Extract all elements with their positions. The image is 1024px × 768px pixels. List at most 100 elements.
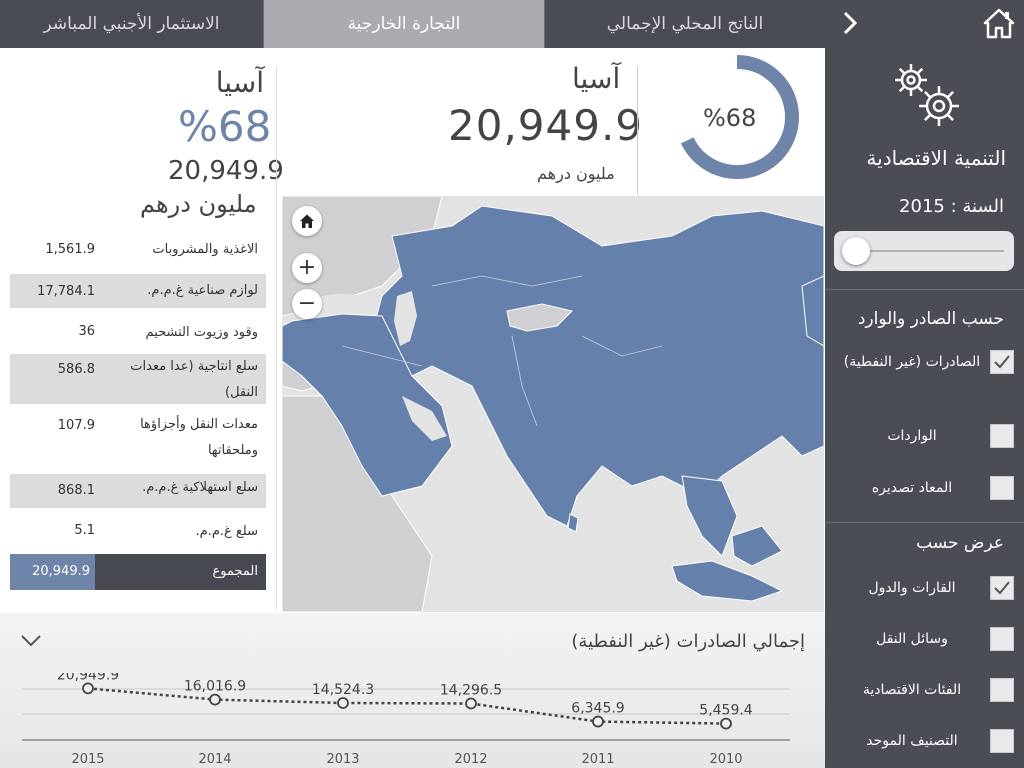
tab-foreign-trade[interactable]: التجارة الخارجية	[264, 0, 545, 48]
checkmark-icon	[994, 581, 1010, 595]
table-row: الاغذية والمشروبات 1,561.9	[10, 232, 266, 268]
option-label: القارات والدول	[868, 579, 956, 596]
home-icon	[300, 214, 314, 228]
data-label: 5,459.4	[699, 703, 753, 719]
data-label: 14,524.3	[312, 682, 374, 698]
divider	[637, 66, 638, 194]
category-label: سلع استهلاكية غ.م.م.	[142, 480, 258, 495]
map-region-value: 20,949.9	[448, 101, 644, 150]
category-value: 868.1	[57, 483, 95, 498]
region-unit: مليون درهم	[140, 190, 257, 218]
table-row: سلع غ.م.م. 5.1	[10, 516, 266, 548]
table-row: سلع استهلاكية غ.م.م. 868.1	[10, 474, 266, 508]
category-label: وقود وزيوت التشحيم	[145, 325, 258, 340]
x-tick-label: 2011	[581, 752, 614, 767]
checkbox-continents-countries[interactable]	[990, 576, 1014, 600]
divider	[825, 289, 1024, 290]
category-value: 586.8	[57, 362, 95, 377]
option-unified-classification[interactable]: التصنيف الموحد	[834, 729, 1014, 753]
exports-chart-panel: إجمالي الصادرات (غير النفطية) 20,949.9 20…	[0, 613, 825, 768]
checkbox-economic-categories[interactable]	[990, 678, 1014, 702]
total-value: 20,949.9	[10, 554, 95, 590]
option-label: المعاد تصديره	[871, 479, 953, 496]
table-row: وقود وزيوت التشحيم 36	[10, 316, 266, 350]
checkbox-exports-non-oil[interactable]	[990, 350, 1014, 374]
donut-percent: %68	[703, 104, 757, 132]
slider-track	[852, 250, 1004, 252]
region-value: 20,949.9	[168, 156, 284, 186]
data-label: 16,016.9	[184, 679, 246, 695]
x-tick-label: 2012	[454, 752, 487, 767]
category-value: 17,784.1	[37, 284, 95, 299]
data-label: 14,296.5	[440, 683, 502, 699]
option-economic-categories[interactable]: الفئات الاقتصادية	[834, 678, 1014, 702]
asia-map[interactable]: + −	[282, 196, 824, 612]
data-point[interactable]	[209, 693, 221, 706]
category-label: معدات النقل وأجزاؤها وملحقاتها	[140, 417, 258, 458]
option-label: الصادرات (غير النفطية)	[843, 353, 981, 370]
sidebar: التنمية الاقتصادية السنة : 2015 حسب الصا…	[825, 0, 1024, 768]
table-row: لوازم صناعية غ.م.م. 17,784.1	[10, 274, 266, 308]
home-icon[interactable]	[982, 6, 1016, 40]
slider-thumb[interactable]	[842, 237, 870, 265]
x-tick-label: 2014	[198, 752, 231, 767]
data-point[interactable]	[82, 682, 94, 695]
map-region-unit: مليون درهم	[537, 164, 615, 183]
minus-icon: −	[297, 291, 317, 316]
map-home-button[interactable]	[292, 206, 322, 236]
data-point[interactable]	[592, 715, 604, 728]
category-label: لوازم صناعية غ.م.م.	[147, 283, 258, 298]
data-label: 6,345.9	[571, 701, 624, 717]
checkbox-unified-classification[interactable]	[990, 729, 1014, 753]
total-row: المجموع 20,949.9	[10, 554, 266, 590]
map-canvas[interactable]	[282, 196, 824, 612]
option-exports-non-oil[interactable]: الصادرات (غير النفطية)	[834, 350, 1014, 374]
category-value: 107.9	[57, 418, 95, 433]
category-value: 1,561.9	[45, 242, 95, 257]
chevron-right-icon[interactable]	[839, 10, 861, 36]
sidebar-header	[825, 0, 1024, 48]
zoom-out-button[interactable]: −	[292, 289, 322, 319]
checkmark-icon	[994, 355, 1010, 369]
gears-icon	[895, 64, 959, 126]
x-tick-label: 2013	[326, 752, 359, 767]
category-value: 36	[78, 324, 95, 339]
category-value: 5.1	[74, 523, 95, 538]
exports-line-chart: 20,949.9 2015 16,016.9 2014 14,524.3 2013 14,2…	[22, 673, 790, 767]
option-continents-countries[interactable]: القارات والدول	[834, 576, 1014, 600]
checkbox-imports[interactable]	[990, 424, 1014, 448]
checkbox-re-exports[interactable]	[990, 476, 1014, 500]
tab-gdp[interactable]: الناتج المحلي الإجمالي	[545, 0, 825, 48]
data-label: 20,949.9	[57, 673, 119, 683]
option-label: الواردات	[887, 427, 937, 444]
table-row: سلع انتاجية (عدا معدات النقل) 586.8	[10, 354, 266, 404]
year-label: السنة : 2015	[899, 196, 1004, 217]
category-label: الاغذية والمشروبات	[152, 242, 258, 257]
plus-icon: +	[297, 255, 317, 280]
divider	[276, 66, 277, 610]
option-re-exports[interactable]: المعاد تصديره	[834, 476, 1014, 500]
data-point[interactable]	[337, 697, 349, 709]
top-tab-bar: الاستثمار الأجنبي المباشر التجارة الخارج…	[0, 0, 825, 48]
option-label: وسائل النقل	[876, 630, 948, 647]
year-slider[interactable]	[834, 231, 1014, 271]
x-tick-label: 2015	[71, 752, 104, 767]
option-label: الفئات الاقتصادية	[862, 681, 962, 698]
category-label: سلع غ.م.م.	[195, 524, 259, 539]
option-label: التصنيف الموحد	[866, 732, 958, 749]
data-point[interactable]	[465, 697, 477, 710]
option-transport-modes[interactable]: وسائل النقل	[834, 627, 1014, 651]
table-row: معدات النقل وأجزاؤها وملحقاتها 107.9	[10, 412, 266, 464]
tab-fdi[interactable]: الاستثمار الأجنبي المباشر	[0, 0, 264, 48]
chart-title: إجمالي الصادرات (غير النفطية)	[571, 631, 805, 652]
option-imports[interactable]: الواردات	[834, 424, 1014, 448]
region-name: آسيا	[215, 66, 264, 99]
zoom-in-button[interactable]: +	[292, 253, 322, 283]
divider	[825, 522, 1024, 523]
total-label: المجموع	[212, 564, 258, 579]
data-point[interactable]	[720, 717, 732, 730]
chevron-down-icon[interactable]	[20, 633, 42, 649]
x-tick-label: 2010	[709, 752, 742, 767]
section-export-import-title: حسب الصادر والوارد	[857, 309, 1004, 329]
checkbox-transport-modes[interactable]	[990, 627, 1014, 651]
